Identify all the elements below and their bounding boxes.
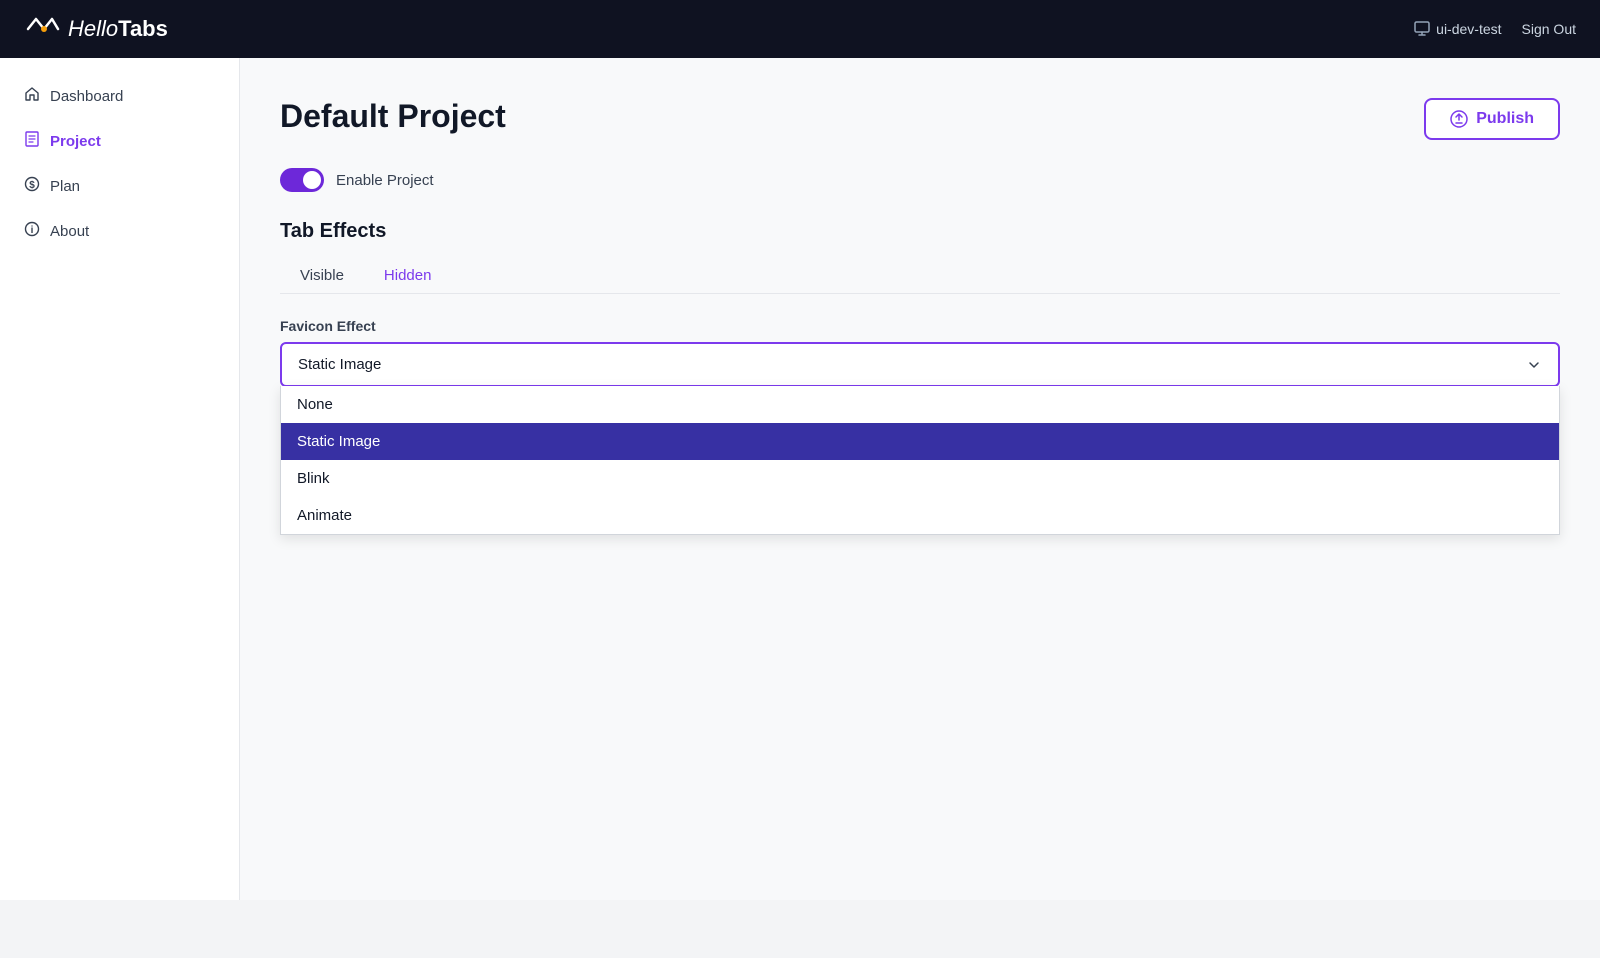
favicon-effect-field: Favicon Effect Static Image None Static … [280, 318, 1560, 387]
monitor-icon [1414, 21, 1430, 37]
about-icon: i [24, 221, 40, 242]
home-icon [24, 86, 40, 107]
signout-button[interactable]: Sign Out [1522, 21, 1576, 37]
nav-right: ui-dev-test Sign Out [1414, 21, 1576, 37]
tab-visible[interactable]: Visible [280, 259, 364, 294]
sidebar-item-plan[interactable]: $ Plan [0, 164, 239, 209]
layout: Dashboard Project $ Plan i About Default… [0, 58, 1600, 900]
publish-button[interactable]: Publish [1424, 98, 1560, 140]
favicon-effect-select[interactable]: Static Image [280, 342, 1560, 387]
sidebar-item-plan-label: Plan [50, 178, 80, 195]
nav-user: ui-dev-test [1414, 21, 1501, 37]
logo-text: HelloTabs [68, 16, 168, 42]
plan-icon: $ [24, 176, 40, 197]
sidebar-item-dashboard-label: Dashboard [50, 88, 123, 105]
tabs-row: Visible Hidden [280, 259, 1560, 294]
favicon-effect-dropdown: None Static Image Blink Animate [280, 386, 1560, 535]
sidebar-item-project[interactable]: Project [0, 119, 239, 164]
sidebar-item-dashboard[interactable]: Dashboard [0, 74, 239, 119]
favicon-effect-select-wrapper: Static Image None Static Image Blink Ani… [280, 342, 1560, 387]
logo: HelloTabs [24, 11, 168, 47]
tab-effects-section: Tab Effects Visible Hidden Favicon Effec… [280, 220, 1560, 478]
main-content: Default Project Publish Enable Project T… [240, 58, 1600, 900]
enable-toggle[interactable] [280, 168, 324, 192]
project-icon [24, 131, 40, 152]
option-none[interactable]: None [281, 386, 1559, 423]
sidebar-item-about[interactable]: i About [0, 209, 239, 254]
chevron-down-icon [1526, 357, 1542, 373]
option-animate[interactable]: Animate [281, 497, 1559, 534]
topnav: HelloTabs ui-dev-test Sign Out [0, 0, 1600, 58]
page-header: Default Project Publish [280, 98, 1560, 140]
publish-icon [1450, 110, 1468, 128]
sidebar: Dashboard Project $ Plan i About [0, 58, 240, 900]
sidebar-item-about-label: About [50, 223, 89, 240]
svg-text:$: $ [29, 180, 35, 191]
page-title: Default Project [280, 98, 506, 135]
option-static-image[interactable]: Static Image [281, 423, 1559, 460]
enable-label: Enable Project [336, 172, 434, 189]
section-title: Tab Effects [280, 220, 1560, 243]
option-blink[interactable]: Blink [281, 460, 1559, 497]
svg-text:i: i [31, 225, 34, 236]
sidebar-item-project-label: Project [50, 133, 101, 150]
favicon-effect-label: Favicon Effect [280, 318, 1560, 334]
enable-project-row: Enable Project [280, 168, 1560, 192]
tab-hidden[interactable]: Hidden [364, 259, 452, 294]
